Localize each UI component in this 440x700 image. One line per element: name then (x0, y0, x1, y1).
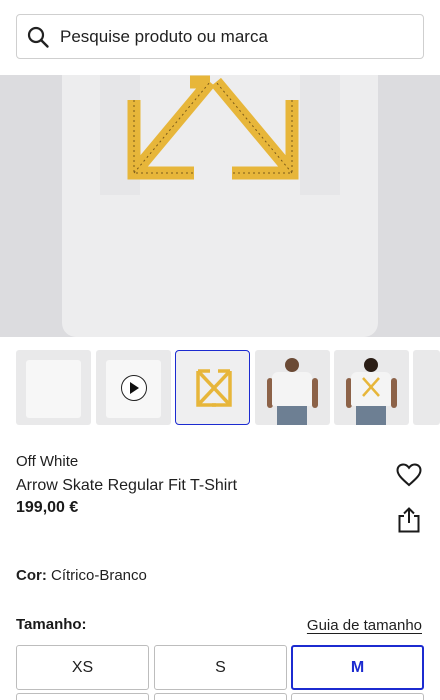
size-option-m[interactable]: M (291, 645, 424, 690)
size-option-next-row[interactable] (154, 693, 287, 700)
heart-icon (396, 462, 422, 492)
product-hero-image[interactable] (0, 75, 440, 337)
size-title: Tamanho: (16, 616, 87, 633)
thumbnail-video[interactable] (96, 350, 171, 425)
thumbnail-model-front[interactable] (255, 350, 330, 425)
size-guide-link[interactable]: Guia de tamanho (307, 617, 422, 634)
share-icon (398, 506, 420, 538)
size-option-next-row[interactable] (291, 693, 424, 700)
size-option-next-row[interactable] (16, 693, 149, 700)
thumbnail-arrow-print[interactable] (175, 350, 250, 425)
wishlist-button[interactable] (395, 462, 423, 492)
search-icon (26, 25, 50, 49)
color-value: Cítrico-Branco (51, 567, 147, 584)
product-name: Arrow Skate Regular Fit T-Shirt (16, 477, 238, 494)
color-label: Cor: (16, 567, 47, 584)
play-icon (121, 375, 147, 401)
size-option-s[interactable]: S (154, 645, 287, 690)
product-brand[interactable]: Off White (16, 453, 78, 470)
thumbnail-front[interactable] (16, 350, 91, 425)
thumbnail-partial[interactable] (413, 350, 440, 425)
search-bar[interactable]: Pesquise produto ou marca (16, 14, 424, 59)
product-price: 199,00 € (16, 499, 79, 516)
size-option-xs[interactable]: XS (16, 645, 149, 690)
share-button[interactable] (396, 506, 422, 538)
search-input[interactable]: Pesquise produto ou marca (60, 27, 268, 47)
thumbnail-strip (0, 350, 440, 425)
color-info: Cor: Cítrico-Branco (16, 567, 147, 584)
thumbnail-model-back[interactable] (334, 350, 409, 425)
arrow-logo-print (127, 75, 299, 180)
